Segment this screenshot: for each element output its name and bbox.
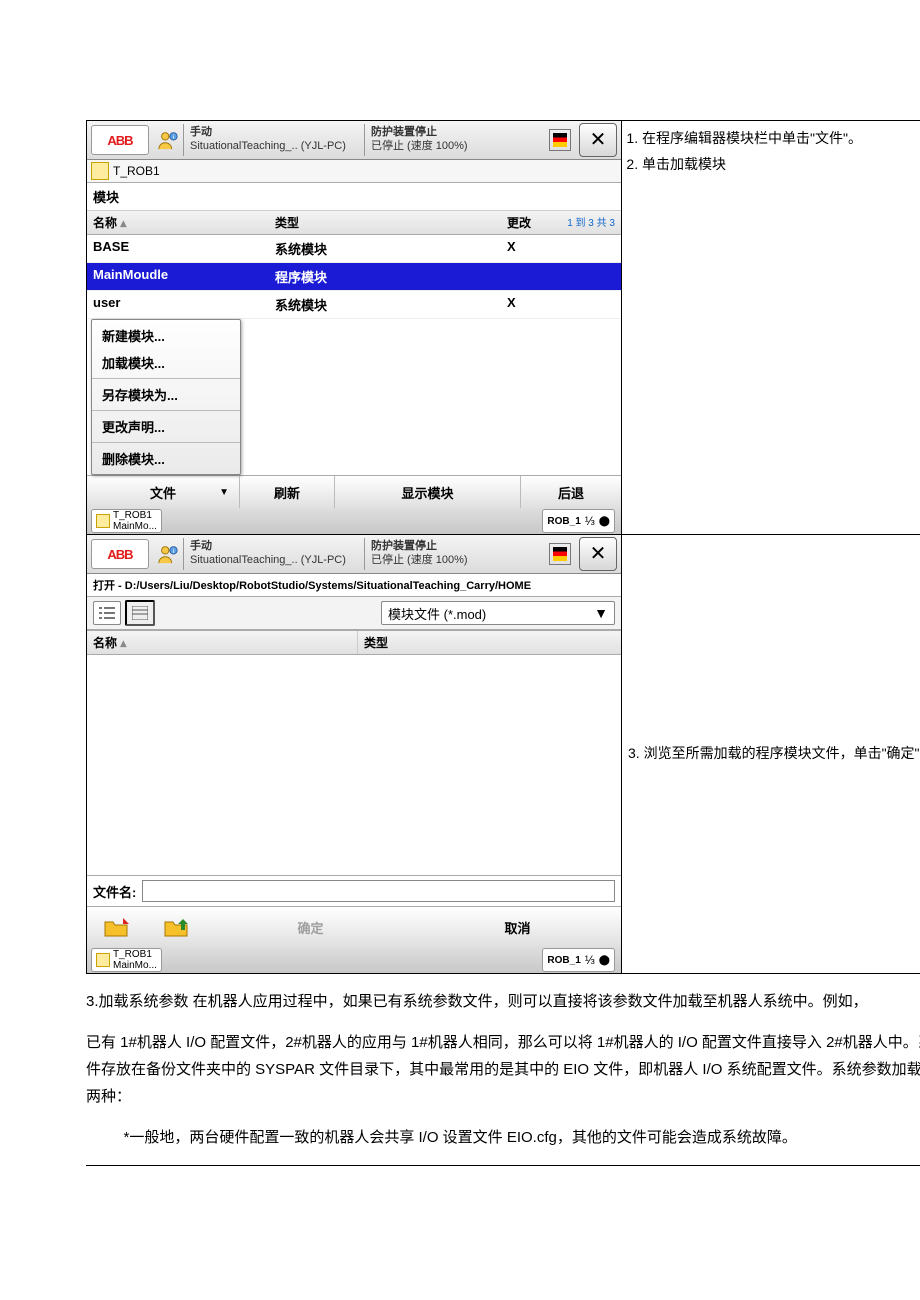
screenshot-2: ABB i 手动SituationalTeaching_.. (YJL-PC) … [87,535,622,974]
tray-robot[interactable]: ROB_1 ⅓⬤ [542,948,615,972]
filename-input[interactable] [142,880,615,902]
tray-tab[interactable]: T_ROB1MainMo... [91,509,162,533]
show-module-button[interactable]: 显示模块 [335,476,521,508]
lang-flag[interactable] [549,543,571,565]
abb-logo: ABB [91,125,149,155]
ok-button[interactable]: 确定 [207,918,414,937]
menu-change-decl[interactable]: 更改声明... [92,413,240,440]
table-header: 名称 类型 [87,630,621,655]
user-icon: i [153,539,183,569]
annotation-2: 3. 浏览至所需加载的程序模块文件，单击"确定"按钮。 [622,535,920,974]
view-list-icon[interactable] [93,601,121,625]
abb-logo: ABB [91,539,149,569]
body-p2: 已有 1#机器人 I/O 配置文件，2#机器人的应用与 1#机器人相同，那么可以… [86,1029,920,1110]
table-header: 名称 类型 更改1 到 3 共 3 [87,211,621,235]
file-filter[interactable]: 模块文件 (*.mod)▼ [381,601,615,625]
menu-save-as[interactable]: 另存模块为... [92,381,240,408]
svg-text:i: i [173,134,174,141]
task-name: T_ROB1 [113,164,160,178]
close-button[interactable]: ✕ [579,123,617,157]
body-p1: 3.加载系统参数 在机器人应用过程中，如果已有系统参数文件，则可以直接将该参数文… [86,988,920,1015]
filename-label: 文件名: [93,882,136,901]
menu-new-module[interactable]: 新建模块... [92,322,240,349]
chevron-down-icon: ▼ [594,605,608,621]
menu-delete-module[interactable]: 删除模块... [92,445,240,472]
table-row[interactable]: BASE 系统模块 X [87,235,621,263]
motor-icon: ⬤ [599,516,610,527]
file-menu: 新建模块... 加载模块... 另存模块为... 更改声明... 删除模块... [91,319,241,475]
tray-tab[interactable]: T_ROB1MainMo... [91,948,162,972]
svg-text:i: i [173,548,174,555]
speed-icon: ⅓ [585,514,595,528]
back-button[interactable]: 后退 [521,476,621,508]
file-button[interactable]: 文件 [87,476,240,508]
cancel-button[interactable]: 取消 [414,918,621,937]
file-list-empty [87,655,621,875]
refresh-button[interactable]: 刷新 [240,476,335,508]
table-row[interactable]: user 系统模块 X [87,291,621,319]
up-folder-icon[interactable] [147,916,207,938]
body-p3: *一般地，两台硬件配置一致的机器人会共享 I/O 设置文件 EIO.cfg，其他… [86,1124,920,1151]
tray: T_ROB1MainMo... ROB_1 ⅓ ⬤ [87,508,621,534]
module-icon [91,162,109,180]
close-button[interactable]: ✕ [579,537,617,571]
tray-robot[interactable]: ROB_1 ⅓ ⬤ [542,509,615,533]
task-bar: T_ROB1 [87,160,621,183]
new-folder-icon[interactable] [87,916,147,938]
view-detail-icon[interactable] [125,600,155,626]
user-icon: i [153,125,183,155]
menu-load-module[interactable]: 加载模块... [92,349,240,376]
titlebar: ABB i 手动 SituationalTeaching_.. (YJL-PC)… [87,121,621,160]
lang-flag[interactable] [549,129,571,151]
annotation-1: 在程序编辑器模块栏中单击"文件"。 单击加载模块 [622,121,920,535]
table-row[interactable]: MainMoudle 程序模块 [87,263,621,291]
module-label: 模块 [87,183,621,211]
open-path: 打开 - D:/Users/Liu/Desktop/RobotStudio/Sy… [87,574,621,597]
screenshot-1: ABB i 手动 SituationalTeaching_.. (YJL-PC)… [87,121,622,535]
